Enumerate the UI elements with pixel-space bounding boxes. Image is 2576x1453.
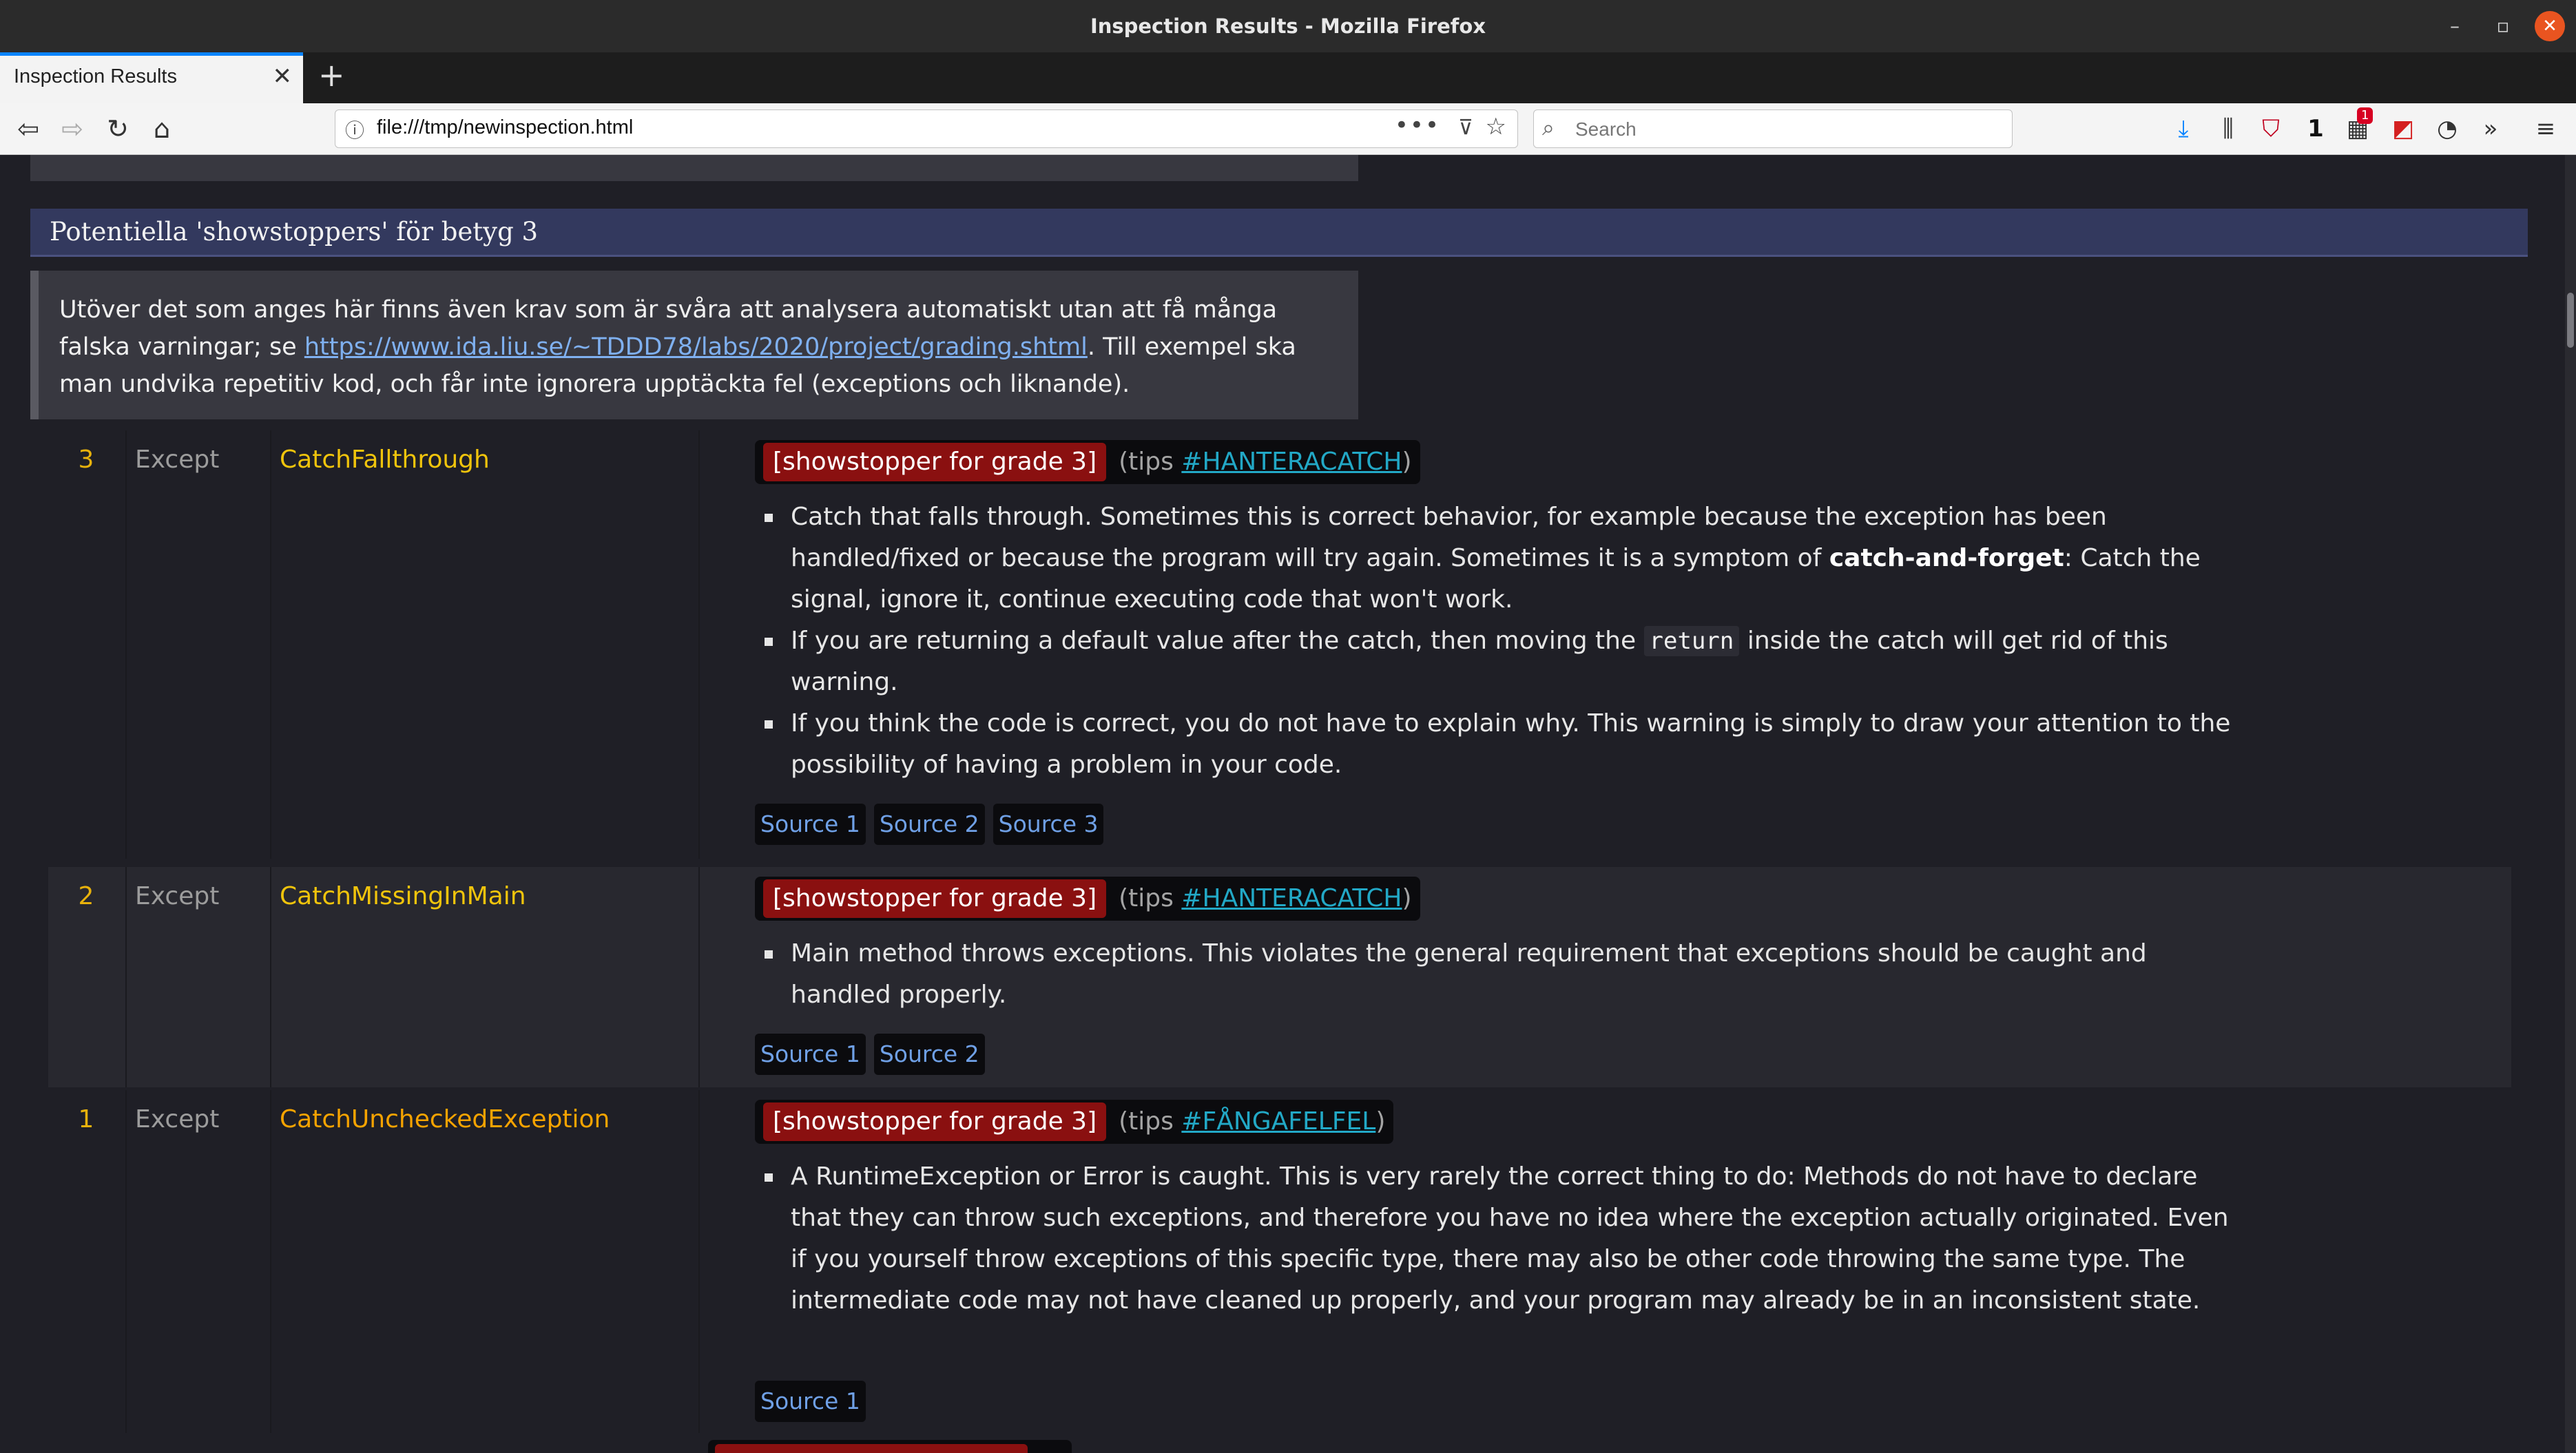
close-window-icon[interactable]: ✕ — [2535, 11, 2565, 41]
url-bar[interactable]: ⓘ file:///tmp/newinspection.html ••• ⊽ ☆ — [335, 109, 1518, 148]
row-number: 3 — [78, 446, 94, 474]
source-button[interactable]: Source 1 — [755, 804, 866, 845]
next-row-partial — [48, 1440, 2511, 1453]
search-icon: ⌕ — [1542, 114, 1555, 140]
minimize-icon[interactable]: – — [2440, 11, 2470, 41]
restore-icon[interactable]: ▫ — [2488, 11, 2518, 41]
row-details: [showstopper for grade 3] (tips #HANTERAC… — [708, 430, 2471, 859]
bullet-text: A RuntimeException or Error is caught. T… — [791, 1162, 2229, 1315]
bullet-text: If you think the code is correct, you do… — [791, 709, 2231, 779]
tips-prefix: (tips — [1119, 448, 1182, 476]
section-note: Utöver det som anges här finns även krav… — [30, 271, 1358, 419]
row-number: 1 — [78, 1105, 94, 1133]
bullet-text: Main method throws exceptions. This viol… — [791, 939, 2147, 1009]
pdf-extension-icon[interactable]: ◩ — [2386, 110, 2420, 147]
new-tab-icon[interactable]: + — [318, 56, 345, 94]
tips: (tips #HANTERACATCH) — [1119, 448, 1411, 476]
source-button[interactable]: Source 1 — [755, 1381, 866, 1422]
extension-badge: 1 — [2357, 107, 2374, 124]
list-item: A RuntimeException or Error is caught. T… — [762, 1156, 2243, 1321]
window-title: Inspection Results - Mozilla Firefox — [1090, 14, 1486, 38]
reload-icon[interactable]: ↻ — [99, 110, 136, 147]
tips-suffix: ) — [1402, 884, 1412, 912]
table-row: 2 Except CatchMissingInMain [showstopper… — [48, 867, 2511, 1087]
forward-icon[interactable]: ⇨ — [54, 110, 91, 147]
table-row: 3 Except CatchFallthrough [showstopper f… — [48, 430, 2511, 859]
tips-prefix: (tips — [1119, 884, 1182, 912]
showstopper-badge: [showstopper for grade 3] — [763, 443, 1107, 481]
page-actions-icon[interactable]: ••• — [1395, 112, 1440, 139]
source-button[interactable]: Source 3 — [993, 804, 1104, 845]
navigation-toolbar: ⇦ ⇨ ↻ ⌂ ⓘ file:///tmp/newinspection.html… — [0, 103, 2576, 155]
source-button[interactable]: Source 2 — [873, 1034, 985, 1075]
tips-link[interactable]: #HANTERACATCH — [1181, 448, 1402, 476]
pocket-icon[interactable]: ⊽ — [1458, 116, 1473, 140]
showstopper-badge: [showstopper for grade 3] — [763, 879, 1107, 918]
showstopper-badge: [showstopper for grade 3] — [763, 1102, 1107, 1141]
showstopper-tag-line: [showstopper for grade 3] (tips #HANTERAC… — [755, 877, 1420, 921]
list-item: If you think the code is correct, you do… — [762, 703, 2243, 786]
table-row: 1 Except CatchUncheckedException [showst… — [48, 1090, 2511, 1433]
row-name: CatchMissingInMain — [280, 882, 526, 910]
list-item: Catch that falls through. Sometimes this… — [762, 496, 2243, 620]
tab-strip: Inspection Results ✕ + — [0, 52, 2576, 103]
tips: (tips #HANTERACATCH) — [1119, 884, 1411, 912]
row-name: CatchFallthrough — [280, 446, 490, 474]
window-titlebar: Inspection Results - Mozilla Firefox – ▫… — [0, 0, 2576, 52]
hamburger-menu-icon[interactable]: ≡ — [2529, 110, 2562, 147]
tab-title: Inspection Results — [14, 65, 177, 87]
library-icon[interactable]: ⫼ — [2211, 110, 2245, 147]
tab-close-icon[interactable]: ✕ — [273, 63, 293, 90]
row-category: Except — [135, 1105, 220, 1133]
overflow-menu-icon[interactable]: » — [2474, 110, 2507, 147]
bullet-code: return — [1643, 626, 1740, 656]
tips-suffix: ) — [1402, 448, 1412, 476]
row-details: [showstopper for grade 3] (tips #FÅNGAFEL… — [708, 1090, 2471, 1433]
bullet-bold: catch-and-forget — [1829, 544, 2064, 572]
search-placeholder: Search — [1575, 118, 1637, 140]
tips-prefix: (tips — [1119, 1107, 1182, 1136]
search-bar[interactable]: ⌕ Search — [1533, 109, 2013, 148]
tab-inspection-results[interactable]: Inspection Results ✕ — [0, 52, 303, 103]
home-icon[interactable]: ⌂ — [143, 110, 180, 147]
row-category: Except — [135, 446, 220, 474]
bookmark-star-icon[interactable]: ☆ — [1486, 113, 1506, 140]
url-text[interactable]: file:///tmp/newinspection.html — [377, 116, 633, 139]
row-category: Except — [135, 882, 220, 910]
source-buttons: Source 1 Source 2 Source 3 — [755, 804, 1112, 845]
row-details: [showstopper for grade 3] (tips #HANTERAC… — [708, 867, 2471, 1087]
source-buttons: Source 1 — [755, 1381, 874, 1422]
section-header: Potentiella 'showstoppers' för betyg 3 — [30, 209, 2528, 257]
section-title: Potentiella 'showstoppers' för betyg 3 — [50, 217, 539, 247]
tips-link[interactable]: #FÅNGAFELFEL — [1181, 1107, 1375, 1136]
grading-link[interactable]: https://www.ida.liu.se/~TDDD78/labs/2020… — [304, 333, 1088, 361]
bullet-list: Main method throws exceptions. This viol… — [762, 933, 2243, 1016]
back-icon[interactable]: ⇦ — [10, 110, 47, 147]
tips: (tips #FÅNGAFELFEL) — [1119, 1107, 1385, 1136]
list-item: Main method throws exceptions. This viol… — [762, 933, 2243, 1016]
source-buttons: Source 1 Source 2 — [755, 1034, 993, 1075]
row-name: CatchUncheckedException — [280, 1105, 610, 1133]
ublock-icon[interactable]: ⛉ — [2254, 110, 2288, 147]
scrollbar-thumb[interactable] — [2567, 293, 2574, 348]
page-info-icon[interactable]: ⓘ — [345, 116, 364, 143]
extension-eye-icon[interactable]: ◔ — [2430, 110, 2464, 147]
bullet-text: If you are returning a default value aft… — [791, 627, 1644, 655]
extension-counter[interactable]: 1 — [2299, 110, 2332, 147]
list-item: If you are returning a default value aft… — [762, 620, 2243, 703]
page-content: Potentiella 'showstoppers' för betyg 3 U… — [0, 155, 2565, 1453]
downloads-icon[interactable]: ⤓ — [2167, 110, 2200, 147]
source-button[interactable]: Source 2 — [873, 804, 985, 845]
showstopper-tag-line: [showstopper for grade 3] (tips #HANTERAC… — [755, 440, 1420, 484]
showstopper-tag-line: [showstopper for grade 3] (tips #FÅNGAFEL… — [755, 1100, 1394, 1144]
tips-link[interactable]: #HANTERACATCH — [1181, 884, 1402, 912]
row-number: 2 — [78, 882, 94, 910]
source-button[interactable]: Source 1 — [755, 1034, 866, 1075]
page-scrollbar[interactable] — [2565, 155, 2576, 1453]
bullet-list: A RuntimeException or Error is caught. T… — [762, 1156, 2243, 1321]
tips-suffix: ) — [1375, 1107, 1386, 1136]
previous-note-box — [30, 155, 1358, 181]
bullet-list: Catch that falls through. Sometimes this… — [762, 496, 2243, 786]
